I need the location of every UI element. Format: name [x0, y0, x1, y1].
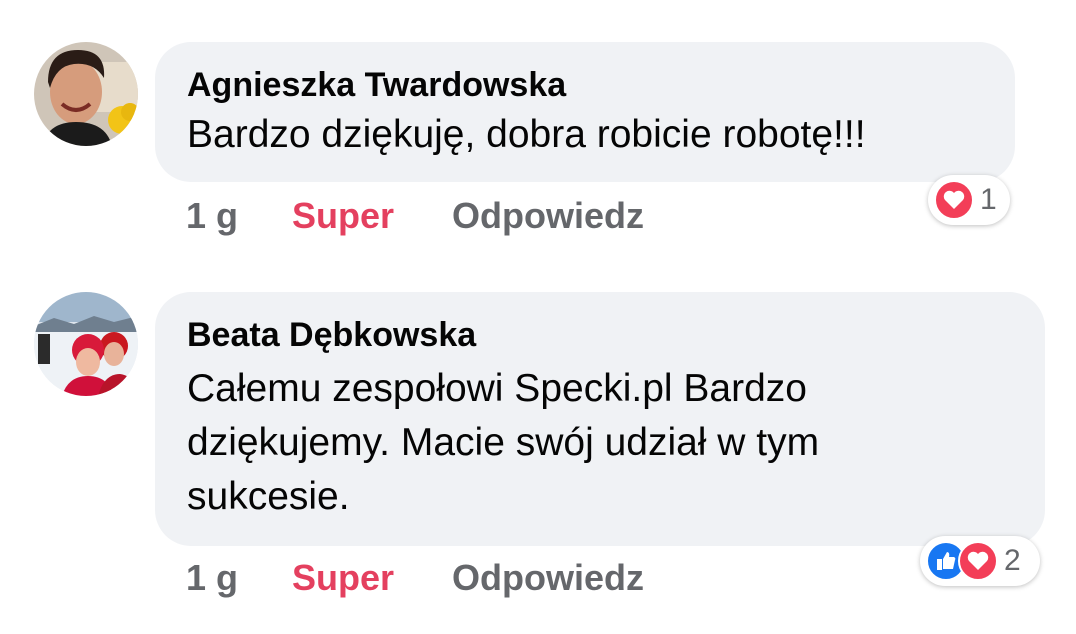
reaction-button[interactable]: Super [292, 558, 394, 598]
comment-text-line: Całemu zespołowi Specki.pl Bardzo [187, 367, 807, 410]
comment-bubble: Beata Dębkowska Całemu zespołowi Specki.… [155, 292, 1045, 546]
reaction-button[interactable]: Super [292, 196, 394, 236]
comment-bubble: Agnieszka Twardowska Bardzo dziękuję, do… [155, 42, 1015, 182]
comment-author[interactable]: Agnieszka Twardowska [187, 64, 983, 106]
comment-timestamp[interactable]: 1 g [186, 558, 238, 598]
avatar[interactable] [34, 292, 138, 396]
comment-text: Bardzo dziękuję, dobra robicie robotę!!! [187, 113, 866, 156]
love-icon [934, 180, 974, 220]
reaction-count: 2 [1004, 544, 1021, 577]
avatar[interactable] [34, 42, 138, 146]
reaction-count: 1 [980, 183, 997, 216]
comment-text-line: dziękujemy. Macie swój udział w tym [187, 421, 820, 464]
avatar-photo [34, 42, 138, 146]
comment-author[interactable]: Beata Dębkowska [187, 314, 1013, 356]
comment-timestamp[interactable]: 1 g [186, 196, 238, 236]
love-icon [958, 541, 998, 581]
reply-button[interactable]: Odpowiedz [452, 196, 644, 236]
reply-button[interactable]: Odpowiedz [452, 558, 644, 598]
comment-text-line: sukcesie. [187, 475, 350, 518]
reaction-summary[interactable]: 1 [928, 175, 1010, 225]
reaction-summary[interactable]: 2 [920, 536, 1040, 586]
avatar-photo [34, 292, 138, 396]
